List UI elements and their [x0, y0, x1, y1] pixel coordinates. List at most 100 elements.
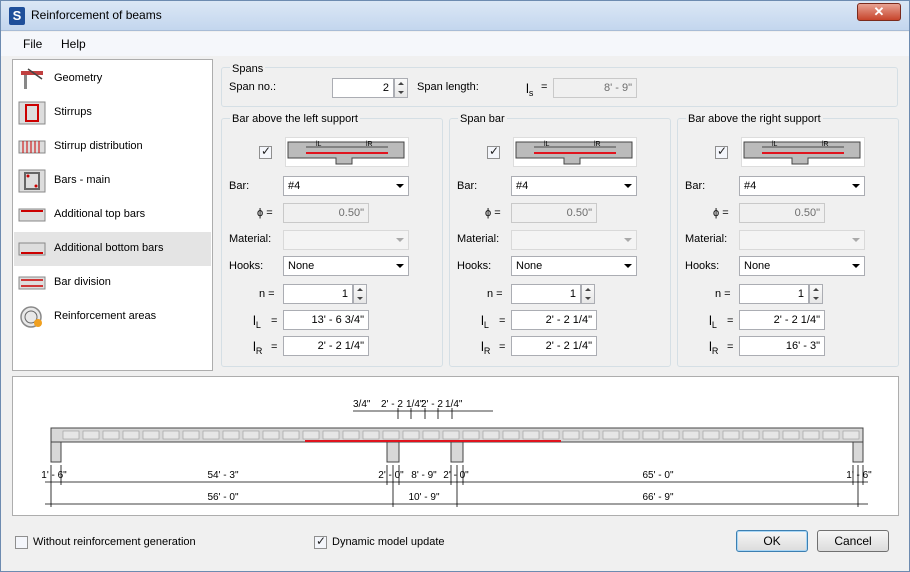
beam-segment: [462, 430, 480, 440]
ok-button[interactable]: OK: [736, 530, 808, 552]
dim-r1-6: 1' - 6": [846, 470, 872, 481]
left-support-lL-field[interactable]: 13' - 6 3/4": [283, 310, 369, 330]
dim-r1-4: 2' - 0": [443, 470, 469, 481]
span-material-label: Material:: [457, 233, 500, 245]
span-bar-select[interactable]: #4: [511, 176, 637, 196]
left-support-phi-field: 0.50": [283, 203, 369, 223]
chevron-down-icon: [396, 184, 404, 188]
beam-segment: [262, 430, 280, 440]
left-support-hooks-label: Hooks:: [229, 260, 264, 272]
cancel-button[interactable]: Cancel: [817, 530, 889, 552]
span-n-label: n =: [487, 288, 503, 300]
beam-segment: [362, 430, 380, 440]
left-support: [50, 441, 62, 463]
span-lR-field[interactable]: 2' - 2 1/4": [511, 336, 597, 356]
right-support-hooks-select[interactable]: None: [739, 256, 865, 276]
span-lL-equals: =: [499, 315, 506, 327]
right-support-lR-equals: =: [727, 341, 734, 353]
span-lL-field[interactable]: 2' - 2 1/4": [511, 310, 597, 330]
right-support-lL-field[interactable]: 2' - 2 1/4": [739, 310, 825, 330]
beam-segment: [662, 430, 680, 440]
menu-file[interactable]: File: [23, 37, 42, 51]
right-support-hooks-label: Hooks:: [685, 260, 720, 272]
additional-bottom-bars-icon: [18, 242, 46, 256]
span-n-spinner[interactable]: [581, 284, 595, 304]
beam-segment: [442, 430, 460, 440]
dynamic-update-checkbox[interactable]: [314, 534, 327, 549]
chevron-down-icon: [852, 184, 860, 188]
beam-segment: [822, 430, 840, 440]
right-support-material-select[interactable]: [739, 230, 865, 250]
top-dim-0: 3/4": [353, 399, 371, 410]
beam-segment: [82, 430, 100, 440]
left-support-checkbox[interactable]: [259, 144, 272, 159]
beam-segment: [682, 430, 700, 440]
span-hooks-label: Hooks:: [457, 260, 492, 272]
span-hooks-select[interactable]: None: [511, 256, 637, 276]
list-item-stirrup-distribution[interactable]: Stirrup distribution: [14, 130, 211, 164]
span-n-field[interactable]: 1: [511, 284, 581, 304]
dim-r1-0: 1' - 6": [41, 470, 67, 481]
right-support-bar-label: Bar:: [685, 180, 706, 192]
chevron-down-icon: [396, 238, 404, 242]
span-length-label: Span length:: [417, 81, 479, 93]
stirrups-icon: [18, 101, 46, 125]
beam-segment: [842, 430, 860, 440]
dim-r1-5: 65' - 0": [642, 470, 673, 481]
beam-segment: [422, 430, 440, 440]
additional-top-bars-icon: [18, 208, 46, 222]
chevron-down-icon: [852, 238, 860, 242]
beam-drawing: 3/4" 2' - 2 1/4" 2' - 2 1/4" 1' - 6" 54'…: [41, 399, 872, 507]
beam-segment: [182, 430, 200, 440]
beam-segment: [342, 430, 360, 440]
span-phi-label: ϕ =: [485, 207, 501, 219]
left-support-hooks-select[interactable]: None: [283, 256, 409, 276]
span-lR-symbol: lR: [481, 339, 491, 357]
right-support-n-label: n =: [715, 288, 731, 300]
span-material-select[interactable]: [511, 230, 637, 250]
beam-segment: [742, 430, 760, 440]
right-support: [852, 441, 864, 463]
beam-segment: [642, 430, 660, 440]
beam-segment: [202, 430, 220, 440]
list-item-reinforcement-areas[interactable]: Reinforcement areas: [14, 300, 211, 334]
svg-text:lR: lR: [366, 141, 373, 148]
right-support-lL-equals: =: [727, 315, 734, 327]
list-item-bar-division[interactable]: Bar division: [14, 266, 211, 300]
span-no-spinner[interactable]: [394, 78, 408, 98]
beam-segment: [762, 430, 780, 440]
without-generation-checkbox[interactable]: [15, 536, 28, 549]
right-support-lR-field[interactable]: 16' - 3": [739, 336, 825, 356]
dim-r2-0: 56' - 0": [207, 492, 238, 503]
span-no-field[interactable]: 2: [332, 78, 394, 98]
right-support-lR-symbol: lR: [709, 339, 719, 357]
close-button[interactable]: ✕: [857, 3, 901, 21]
right-support-n-spinner[interactable]: [809, 284, 823, 304]
title-bar: S Reinforcement of beams ✕: [1, 1, 909, 31]
right-support-n-field[interactable]: 1: [739, 284, 809, 304]
list-item-bars-main[interactable]: Bars - main: [14, 164, 211, 198]
menu-help[interactable]: Help: [61, 37, 86, 51]
left-support-material-select[interactable]: [283, 230, 409, 250]
right-support-bar-select[interactable]: #4: [739, 176, 865, 196]
list-item-additional-top-bars[interactable]: Additional top bars: [14, 198, 211, 232]
right-support-checkbox[interactable]: [715, 144, 728, 159]
left-support-lR-field[interactable]: 2' - 2 1/4": [283, 336, 369, 356]
chevron-down-icon: [396, 264, 404, 268]
without-generation-label: Without reinforcement generation: [33, 536, 196, 548]
list-item-geometry[interactable]: Geometry: [14, 62, 211, 96]
left-support-n-field[interactable]: 1: [283, 284, 353, 304]
dynamic-update-label: Dynamic model update: [332, 536, 445, 548]
list-item-additional-bottom-bars[interactable]: Additional bottom bars: [14, 232, 211, 266]
left-support-n-spinner[interactable]: [353, 284, 367, 304]
list-item-stirrups[interactable]: Stirrups: [14, 96, 211, 130]
beam-segment: [402, 430, 420, 440]
left-support-bar-select[interactable]: #4: [283, 176, 409, 196]
span-lR-equals: =: [499, 341, 506, 353]
beam-segment: [242, 430, 260, 440]
beam-segment: [162, 430, 180, 440]
beam-segment: [222, 430, 240, 440]
beam-segment: [802, 430, 820, 440]
beam-segment: [622, 430, 640, 440]
span-checkbox[interactable]: [487, 144, 500, 159]
